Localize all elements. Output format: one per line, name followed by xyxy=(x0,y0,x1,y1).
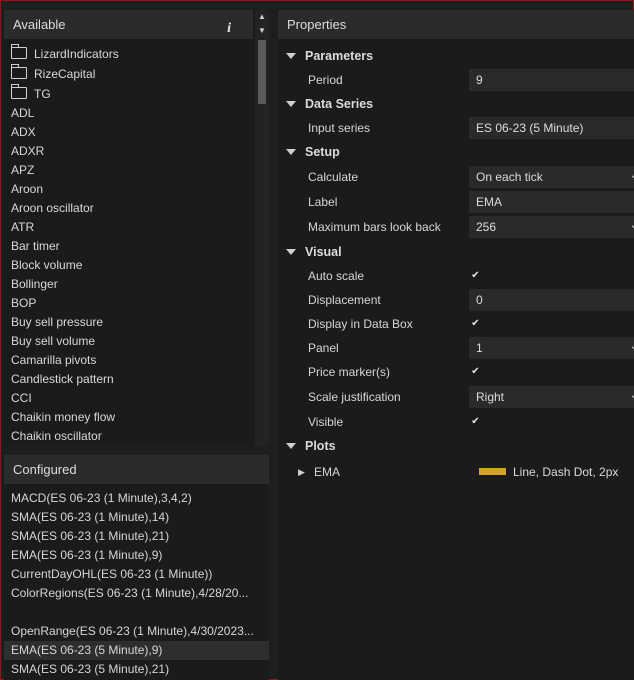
indicator-item[interactable]: Camarilla pivots xyxy=(4,351,253,370)
category-visual[interactable]: Visual xyxy=(278,240,634,264)
folder-icon xyxy=(11,84,27,99)
collapse-icon[interactable] xyxy=(286,53,296,59)
properties-header: Properties xyxy=(278,10,634,40)
configured-item[interactable]: MACD(ES 06-23 (1 Minute),3,4,2) xyxy=(4,489,269,508)
indicator-item[interactable]: Candlestick pattern xyxy=(4,370,253,389)
configured-panel: Configured MACD(ES 06-23 (1 Minute),3,4,… xyxy=(4,455,269,680)
scroll-thumb[interactable] xyxy=(258,40,266,104)
available-list: LizardIndicators RizeCapital TG ADL ADX … xyxy=(4,44,253,446)
folder-item[interactable]: LizardIndicators xyxy=(4,44,253,64)
configured-item[interactable]: EMA(ES 06-23 (1 Minute),9) xyxy=(4,546,269,565)
prop-panel: Panel 1 xyxy=(278,336,634,360)
properties-title: Properties xyxy=(287,17,347,32)
available-scrollbar[interactable]: ▲ ▼ xyxy=(255,10,269,446)
indicator-item[interactable]: Buy sell pressure xyxy=(4,313,253,332)
configured-item[interactable]: SMA(ES 06-23 (1 Minute),21) xyxy=(4,527,269,546)
scale-justification-dropdown[interactable]: Right xyxy=(469,386,634,408)
input-series-field[interactable]: ES 06-23 (5 Minute) xyxy=(469,117,634,139)
collapse-icon[interactable] xyxy=(286,101,296,107)
indicator-item[interactable]: ATR xyxy=(4,218,253,237)
category-parameters[interactable]: Parameters xyxy=(278,44,634,68)
indicator-item[interactable]: Chaikin oscillator xyxy=(4,427,253,446)
folder-item[interactable]: RizeCapital xyxy=(4,64,253,84)
configured-item-blank xyxy=(4,603,269,622)
expand-icon[interactable]: ▶ xyxy=(298,460,305,484)
price-marker-checkbox[interactable]: ✔ xyxy=(470,366,481,377)
configured-item[interactable]: OpenRange(ES 06-23 (1 Minute),4/30/2023.… xyxy=(4,622,269,641)
indicator-item[interactable]: ADXR xyxy=(4,142,253,161)
label-input[interactable]: EMA xyxy=(469,191,634,213)
indicator-item[interactable]: Bollinger xyxy=(4,275,253,294)
prop-label: Label EMA xyxy=(278,190,634,214)
indicator-item[interactable]: ADX xyxy=(4,123,253,142)
indicator-item[interactable]: Aroon xyxy=(4,180,253,199)
plot-description[interactable]: Line, Dash Dot, 2px xyxy=(513,460,618,484)
prop-displacement: Displacement 0 xyxy=(278,288,634,312)
configured-item-selected[interactable]: EMA(ES 06-23 (5 Minute),9) xyxy=(4,641,269,660)
prop-display-data-box: Display in Data Box ✔ xyxy=(308,317,481,331)
available-panel: Available i ▲ ▼ LizardIndicators RizeCap… xyxy=(4,10,269,446)
collapse-icon[interactable] xyxy=(286,443,296,449)
prop-period: Period 9 xyxy=(278,68,634,92)
collapse-icon[interactable] xyxy=(286,249,296,255)
indicator-item[interactable]: Chaikin money flow xyxy=(4,408,253,427)
configured-item[interactable]: SMA(ES 06-23 (5 Minute),21) xyxy=(4,660,269,679)
prop-calculate: Calculate On each tick xyxy=(278,165,634,189)
visible-checkbox[interactable]: ✔ xyxy=(470,416,481,427)
info-icon[interactable]: i xyxy=(227,14,231,44)
configured-title: Configured xyxy=(13,462,77,477)
folder-icon xyxy=(11,64,27,79)
auto-scale-checkbox[interactable]: ✔ xyxy=(470,270,481,281)
prop-auto-scale: Auto scale ✔ xyxy=(308,269,481,283)
prop-scale-justification: Scale justification Right xyxy=(278,385,634,409)
configured-list: MACD(ES 06-23 (1 Minute),3,4,2) SMA(ES 0… xyxy=(4,489,269,679)
scroll-down-icon[interactable]: ▼ xyxy=(258,26,266,35)
indicator-item[interactable]: APZ xyxy=(4,161,253,180)
indicator-item[interactable]: Buy sell volume xyxy=(4,332,253,351)
collapse-icon[interactable] xyxy=(286,149,296,155)
configured-item[interactable]: SMA(ES 06-23 (1 Minute),14) xyxy=(4,508,269,527)
folder-icon xyxy=(11,44,27,59)
max-bars-dropdown[interactable]: 256 xyxy=(469,216,634,238)
configured-item[interactable]: CurrentDayOHL(ES 06-23 (1 Minute)) xyxy=(4,565,269,584)
data-box-checkbox[interactable]: ✔ xyxy=(470,318,481,329)
available-title: Available xyxy=(13,17,66,32)
available-header: Available i xyxy=(4,10,253,40)
configured-item[interactable]: ColorRegions(ES 06-23 (1 Minute),4/28/20… xyxy=(4,584,269,603)
prop-visible: Visible ✔ xyxy=(308,415,481,429)
category-plots[interactable]: Plots xyxy=(278,434,634,458)
scroll-up-icon[interactable]: ▲ xyxy=(258,12,266,21)
category-data-series[interactable]: Data Series xyxy=(278,92,634,116)
indicator-item[interactable]: Bar timer xyxy=(4,237,253,256)
displacement-input[interactable]: 0 xyxy=(469,289,634,311)
properties-panel: Properties Parameters Period 9 Data Seri… xyxy=(278,10,634,680)
indicator-item[interactable]: CCI xyxy=(4,389,253,408)
indicator-item[interactable]: Aroon oscillator xyxy=(4,199,253,218)
indicator-item[interactable]: Block volume xyxy=(4,256,253,275)
prop-input-series: Input series ES 06-23 (5 Minute) xyxy=(278,116,634,140)
indicator-item[interactable]: ADL xyxy=(4,104,253,123)
prop-plot-ema[interactable]: ▶ EMA Line, Dash Dot, 2px xyxy=(278,460,634,484)
panel-dropdown[interactable]: 1 xyxy=(469,337,634,359)
indicator-item[interactable]: BOP xyxy=(4,294,253,313)
plot-color-swatch[interactable] xyxy=(479,468,506,475)
configured-header: Configured xyxy=(4,455,269,485)
period-input[interactable]: 9 xyxy=(469,69,634,91)
prop-max-bars: Maximum bars look back 256 xyxy=(278,215,634,239)
calculate-dropdown[interactable]: On each tick xyxy=(469,166,634,188)
category-setup[interactable]: Setup xyxy=(278,140,634,164)
folder-item[interactable]: TG xyxy=(4,84,253,104)
prop-price-markers: Price marker(s) ✔ xyxy=(308,365,481,379)
